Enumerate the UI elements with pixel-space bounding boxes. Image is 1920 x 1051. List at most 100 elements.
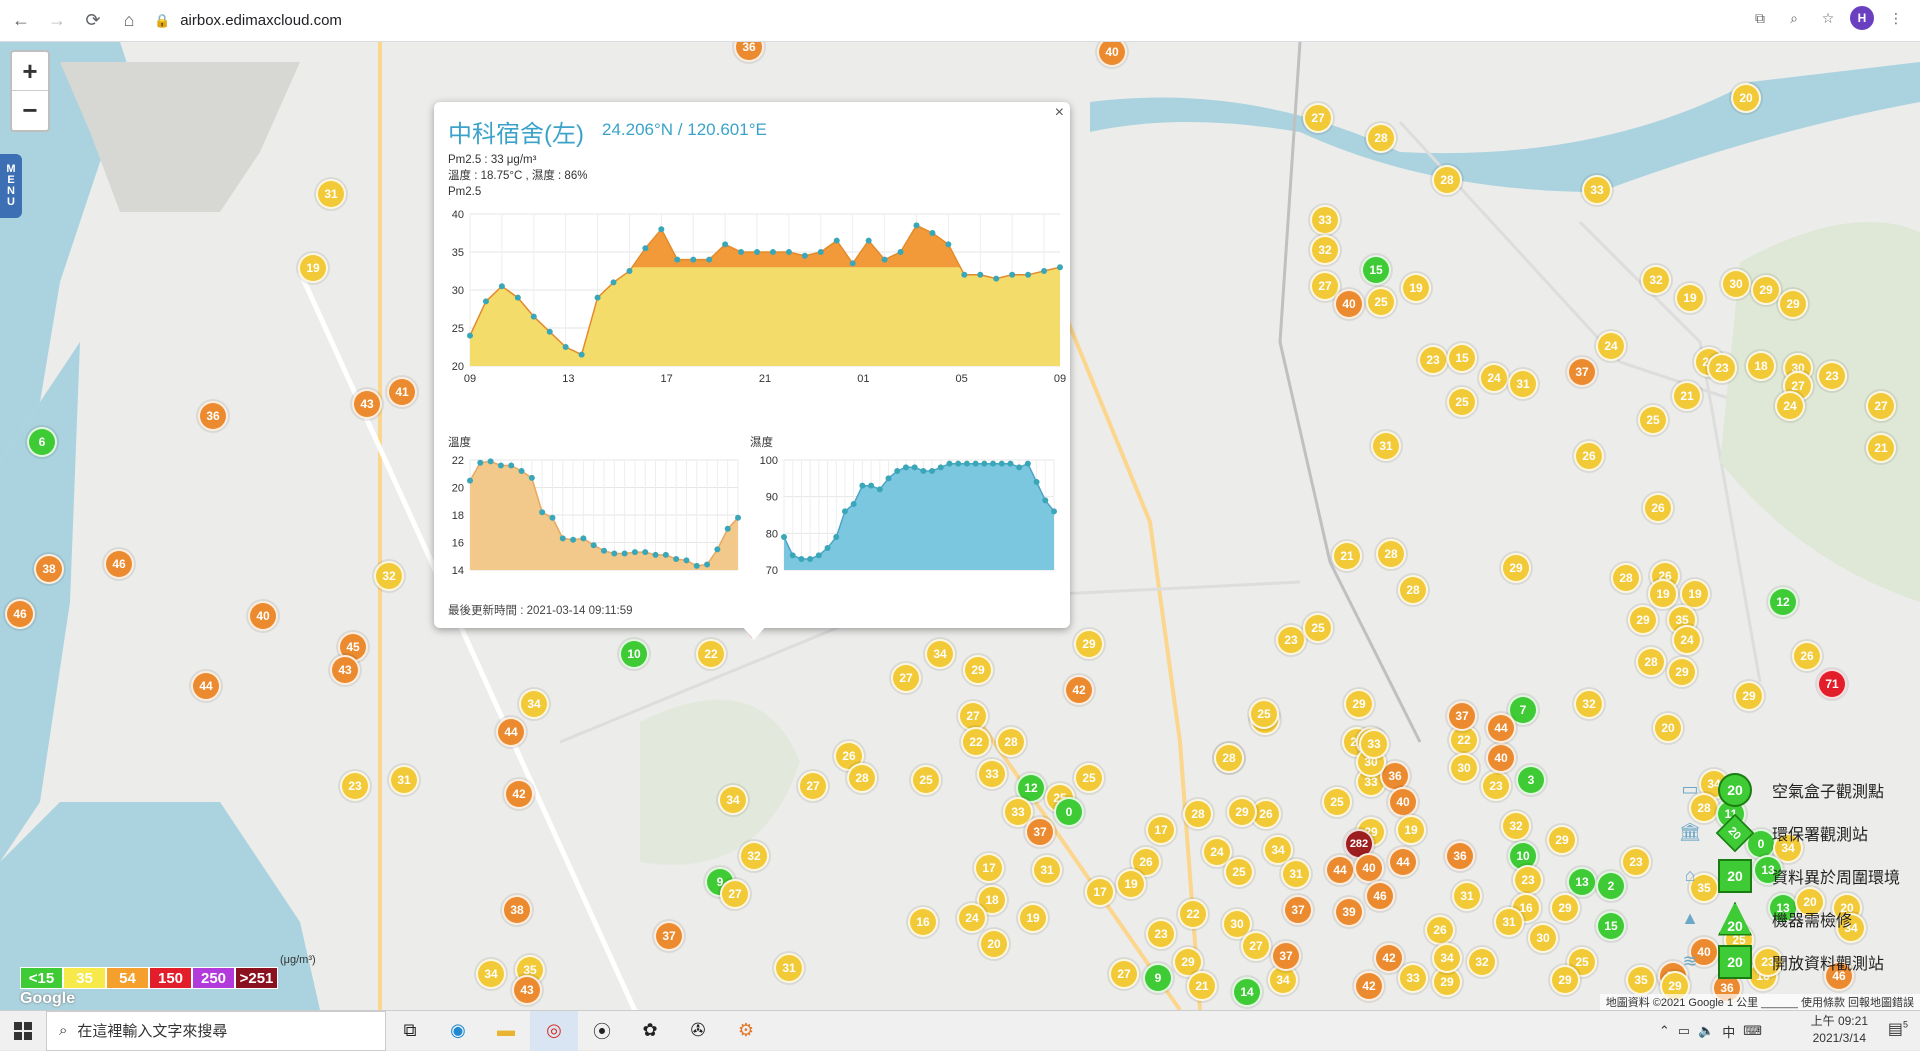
station-marker[interactable]: 46 — [5, 599, 35, 629]
station-marker[interactable]: 28 — [1214, 743, 1244, 773]
station-marker[interactable]: 29 — [1628, 605, 1658, 635]
station-marker[interactable]: 37 — [1567, 357, 1597, 387]
station-marker[interactable]: 28 — [1398, 575, 1428, 605]
station-marker[interactable]: 17 — [1085, 877, 1115, 907]
station-marker[interactable]: 20 — [1653, 713, 1683, 743]
station-marker[interactable]: 28 — [1376, 539, 1406, 569]
station-marker[interactable]: 28 — [1611, 563, 1641, 593]
station-marker[interactable]: 23 — [340, 771, 370, 801]
station-marker[interactable]: 32 — [1501, 811, 1531, 841]
station-marker[interactable]: 25 — [1249, 699, 1279, 729]
station-marker[interactable]: 21 — [1866, 433, 1896, 463]
station-marker[interactable]: 22 — [1178, 899, 1208, 929]
station-marker[interactable]: 22 — [696, 639, 726, 669]
station-marker[interactable]: 14 — [1232, 977, 1262, 1007]
station-marker[interactable]: 25 — [1322, 787, 1352, 817]
station-marker[interactable]: 19 — [1116, 869, 1146, 899]
zoom-icon[interactable]: ⌕ — [1782, 6, 1806, 30]
station-marker[interactable]: 28 — [996, 727, 1026, 757]
station-marker[interactable]: 34 — [519, 689, 549, 719]
app-icon[interactable]: ✿ — [626, 1011, 674, 1051]
station-marker[interactable]: 30 — [1528, 923, 1558, 953]
station-marker[interactable]: 19 — [1396, 815, 1426, 845]
station-marker[interactable]: 23 — [1276, 625, 1306, 655]
station-marker[interactable]: 32 — [1641, 265, 1671, 295]
station-marker[interactable]: 29 — [1734, 681, 1764, 711]
station-marker[interactable]: 31 — [389, 765, 419, 795]
station-marker[interactable]: 3 — [1516, 765, 1546, 795]
more-menu-icon[interactable]: ⋮ — [1884, 6, 1908, 30]
station-marker[interactable]: 0 — [1054, 797, 1084, 827]
station-marker[interactable]: 43 — [512, 975, 542, 1005]
station-marker[interactable]: 30 — [1449, 753, 1479, 783]
station-marker[interactable]: 25 — [1303, 613, 1333, 643]
station-marker[interactable]: 19 — [1675, 283, 1705, 313]
station-marker[interactable]: 36 — [1445, 841, 1475, 871]
station-marker[interactable]: 30 — [1721, 269, 1751, 299]
station-marker[interactable]: 28 — [1366, 123, 1396, 153]
station-marker[interactable]: 37 — [1447, 701, 1477, 731]
task-view-icon[interactable]: ⧉ — [386, 1011, 434, 1051]
station-marker[interactable]: 37 — [1271, 941, 1301, 971]
station-marker[interactable]: 28 — [847, 763, 877, 793]
app-icon[interactable]: ⦿ — [578, 1011, 626, 1051]
station-marker[interactable]: 13 — [1567, 867, 1597, 897]
station-marker[interactable]: 16 — [908, 907, 938, 937]
station-marker[interactable]: 34 — [476, 959, 506, 989]
station-marker[interactable]: 42 — [1354, 971, 1384, 1001]
home-icon[interactable]: ⌂ — [114, 6, 144, 36]
app-icon[interactable]: ⚙ — [722, 1011, 770, 1051]
windows-start-icon[interactable] — [0, 1011, 46, 1051]
profile-avatar[interactable]: H — [1850, 6, 1874, 30]
station-marker[interactable]: 25 — [1638, 405, 1668, 435]
station-marker[interactable]: 15 — [1361, 255, 1391, 285]
menu-tab[interactable]: M E N U — [0, 154, 22, 218]
station-marker[interactable]: 23 — [1817, 361, 1847, 391]
station-marker[interactable]: 34 — [1432, 943, 1462, 973]
station-marker[interactable]: 43 — [352, 389, 382, 419]
station-marker[interactable]: 33 — [1359, 729, 1389, 759]
station-marker[interactable]: 27 — [891, 663, 921, 693]
station-marker[interactable]: 24 — [1596, 331, 1626, 361]
station-marker[interactable]: 26 — [1792, 641, 1822, 671]
reload-icon[interactable]: ⟳ — [78, 6, 108, 36]
station-marker[interactable]: 28 — [1636, 647, 1666, 677]
station-marker[interactable]: 19 — [298, 253, 328, 283]
station-marker[interactable]: 42 — [1374, 943, 1404, 973]
station-marker[interactable]: 38 — [502, 895, 532, 925]
station-marker[interactable]: 44 — [1486, 713, 1516, 743]
station-marker[interactable]: 46 — [1365, 881, 1395, 911]
station-marker[interactable]: 12 — [1768, 587, 1798, 617]
forward-icon[interactable]: → — [42, 6, 72, 36]
station-marker[interactable]: 29 — [1547, 825, 1577, 855]
station-marker[interactable]: 40 — [1334, 289, 1364, 319]
station-marker[interactable]: 29 — [1501, 553, 1531, 583]
station-marker[interactable]: 44 — [496, 717, 526, 747]
station-marker[interactable]: 15 — [1596, 911, 1626, 941]
zoom-in-button[interactable]: + — [12, 52, 48, 91]
station-marker[interactable]: 23 — [1481, 771, 1511, 801]
station-marker[interactable]: 42 — [1064, 675, 1094, 705]
station-marker[interactable]: 44 — [1325, 855, 1355, 885]
station-marker[interactable]: 40 — [1354, 853, 1384, 883]
station-marker[interactable]: 29 — [963, 655, 993, 685]
volume-icon[interactable]: 🔈 — [1698, 1023, 1714, 1039]
station-marker[interactable]: 24 — [1479, 363, 1509, 393]
station-marker[interactable]: 26 — [1425, 915, 1455, 945]
station-marker[interactable]: 37 — [1025, 817, 1055, 847]
station-marker[interactable]: 9 — [1143, 963, 1173, 993]
station-marker[interactable]: 27 — [720, 879, 750, 909]
station-marker[interactable]: 44 — [1388, 847, 1418, 877]
station-marker[interactable]: 40 — [1486, 743, 1516, 773]
station-marker[interactable]: 29 — [1550, 965, 1580, 995]
station-marker[interactable]: 33 — [1398, 963, 1428, 993]
station-marker[interactable]: 35 — [1626, 965, 1656, 995]
station-marker[interactable]: 40 — [1388, 787, 1418, 817]
bookmark-star-icon[interactable]: ☆ — [1816, 6, 1840, 30]
station-marker[interactable]: 20 — [1731, 83, 1761, 113]
edge-icon[interactable]: ◉ — [434, 1011, 482, 1051]
station-marker[interactable]: 32 — [739, 841, 769, 871]
station-marker[interactable]: 31 — [1508, 369, 1538, 399]
station-marker[interactable]: 23 — [1513, 865, 1543, 895]
station-marker[interactable]: 42 — [504, 779, 534, 809]
